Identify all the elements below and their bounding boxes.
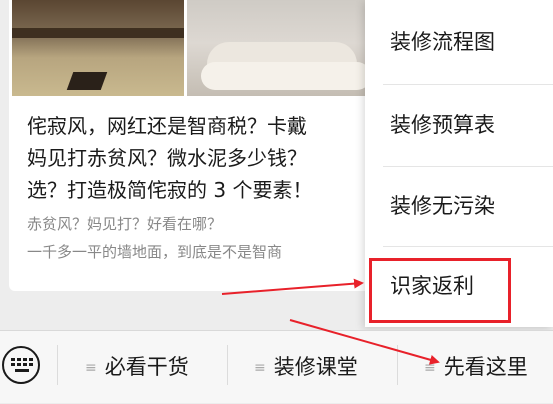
menu-tab-must-read[interactable]: ≡ 必看干货 <box>85 331 189 403</box>
menu-lines-icon: ≡ <box>85 360 97 376</box>
article-desc-line: 一千多一平的墙地面，到底是不是智商 <box>27 243 283 261</box>
thumbnail-sofa-seat <box>201 62 371 90</box>
submenu-item-renovation-flowchart[interactable]: 装修流程图 <box>365 0 553 84</box>
highlight-box-annotation <box>369 258 511 323</box>
menu-divider <box>57 345 58 385</box>
menu-tab-look-here-first[interactable]: ≡ 先看这里 <box>424 331 528 403</box>
thumbnail-beam <box>12 28 184 38</box>
menu-divider <box>227 345 228 385</box>
submenu-item-pollution-free[interactable]: 装修无污染 <box>365 166 553 246</box>
menu-tab-label: 必看干货 <box>104 355 189 379</box>
menu-lines-icon: ≡ <box>254 360 266 376</box>
submenu-item-renovation-budget[interactable]: 装修预算表 <box>365 84 553 166</box>
article-title: 侘寂风，网红还是智商税？卡戴 妈见打赤贫风？微水泥多少钱？ 选？打造极简侘寂的 … <box>27 110 387 206</box>
article-description: 赤贫风？妈见打？好看在哪？ 一千多一平的墙地面，到底是不是智商 <box>27 210 372 266</box>
menu-tab-renovation-class[interactable]: ≡ 装修课堂 <box>254 331 358 403</box>
thumbnail-floor-pit <box>66 72 108 90</box>
keyboard-toggle-button[interactable] <box>2 346 40 384</box>
article-thumbnail-sofa <box>187 0 382 96</box>
menu-tab-label: 先看这里 <box>443 355 528 379</box>
menu-lines-icon: ≡ <box>424 360 436 376</box>
menu-divider <box>397 345 398 385</box>
menu-tab-label: 装修课堂 <box>273 355 358 379</box>
keyboard-icon <box>11 358 33 372</box>
article-desc-line: 赤贫风？妈见打？好看在哪？ <box>27 215 223 233</box>
article-thumbnail-tatami-room <box>12 0 184 96</box>
article-title-line: 选？打造极简侘寂的 3 个要素！ <box>27 178 313 202</box>
bottom-menu-bar: ≡ 必看干货 ≡ 装修课堂 ≡ 先看这里 <box>0 330 553 403</box>
article-title-line: 妈见打赤贫风？微水泥多少钱？ <box>27 146 307 170</box>
article-title-line: 侘寂风，网红还是智商税？卡戴 <box>27 114 307 138</box>
